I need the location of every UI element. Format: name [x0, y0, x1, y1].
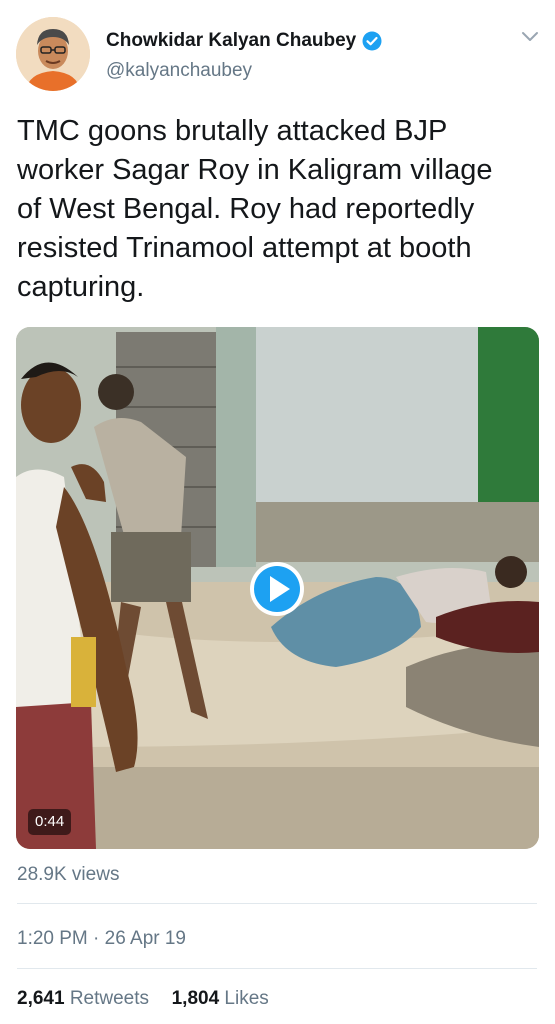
likes-count: 1,804 [171, 988, 220, 1009]
chevron-down-icon[interactable] [520, 30, 540, 44]
tweet-stats: 2,641 Retweets 1,804 Likes [17, 988, 269, 1010]
likes-stat[interactable]: 1,804 Likes [172, 988, 269, 1009]
play-triangle-icon [270, 576, 290, 602]
retweets-label: Retweets [69, 988, 150, 1009]
retweets-count: 2,641 [17, 988, 65, 1009]
divider [17, 903, 537, 904]
timestamp-separator: · [93, 928, 100, 949]
tweet-timestamp[interactable]: 1:20 PM · 26 Apr 19 [17, 928, 186, 950]
tweet-header: Chowkidar Kalyan Chaubey @kalyanchaubey [0, 0, 555, 100]
display-name[interactable]: Chowkidar Kalyan Chaubey [106, 30, 356, 52]
video-player[interactable]: 0:44 [16, 327, 539, 849]
tweet-time: 1:20 PM [17, 928, 88, 949]
tweet-text: TMC goons brutally attacked BJP worker S… [17, 112, 537, 307]
tweet-date: 26 Apr 19 [104, 928, 186, 949]
retweets-stat[interactable]: 2,641 Retweets [17, 988, 154, 1009]
view-count[interactable]: 28.9K views [17, 864, 119, 886]
video-duration: 0:44 [28, 809, 72, 835]
likes-label: Likes [224, 988, 269, 1009]
avatar[interactable] [16, 17, 90, 91]
tweet-text-line: TMC goons brutally attacked BJP [17, 115, 448, 147]
tweet-text-line: of West Bengal. Roy had reportedly [17, 193, 475, 225]
tweet-text-line: capturing. [17, 271, 145, 303]
play-button[interactable] [250, 562, 304, 616]
tweet-text-line: resisted Trinamool attempt at booth [17, 232, 472, 264]
verified-badge-icon [362, 31, 382, 51]
divider [17, 968, 537, 969]
tweet-text-line: worker Sagar Roy in Kaligram village [17, 154, 493, 186]
user-handle[interactable]: @kalyanchaubey [106, 60, 252, 82]
